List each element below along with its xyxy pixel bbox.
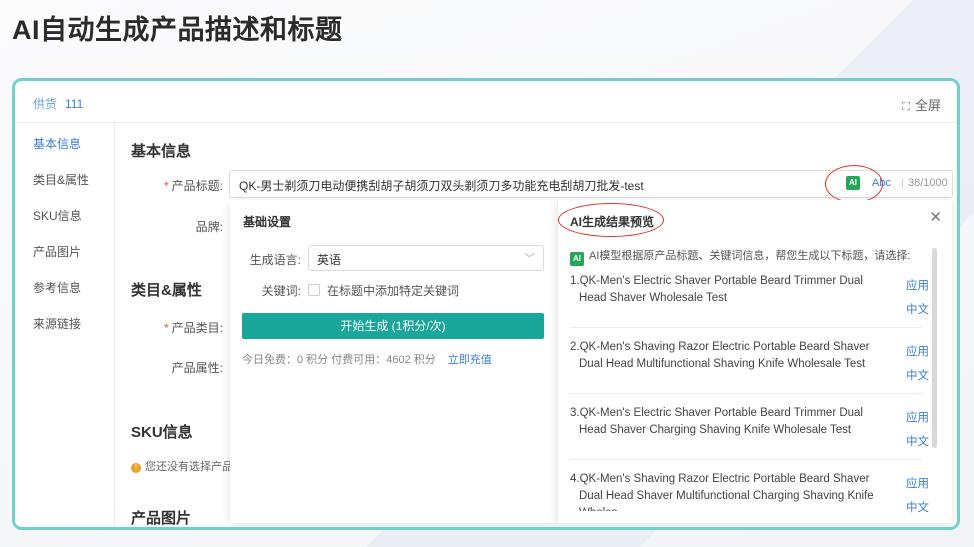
fullscreen-button[interactable]: ⛶ 全屏 [902, 95, 941, 114]
divider [570, 459, 922, 460]
divider [570, 393, 922, 394]
title-label: * 产品标题: [163, 179, 223, 193]
warning-icon: ! [131, 463, 141, 473]
results-intro: AI AI模型根据原产品标题、关键词信息，帮您生成以下标题，请选择: [570, 247, 910, 266]
abc-case-button[interactable]: Abc [872, 177, 891, 189]
left-nav: 基本信息 类目&属性 SKU信息 产品图片 参考信息 来源链接 [15, 123, 115, 527]
keyword-checkbox[interactable] [308, 284, 320, 296]
result-item: 3.QK-Men's Electric Shaver Portable Bear… [570, 407, 863, 436]
attr-label: 产品属性: [171, 361, 223, 375]
ai-results-panel: AI生成结果预览 ✕ AI AI模型根据原产品标题、关键词信息，帮您生成以下标题，… [557, 200, 952, 523]
char-counter: 38/1000 [908, 177, 948, 189]
chinese-button[interactable]: 中文 [906, 301, 929, 317]
brand-label: 品牌: [195, 220, 223, 234]
app-window: 供货 111 ⛶ 全屏 基本信息 类目&属性 SKU信息 产品图片 参考信息 来源链… [12, 78, 960, 530]
section-title-images: 产品图片 [131, 510, 192, 527]
page-headline: AI自动生成产品描述和标题 [12, 15, 343, 45]
main-content: 基本信息 * 产品标题: QK-男士剃须刀电动便携刮胡子胡须刀双头剃须刀多功能充电… [115, 123, 957, 527]
apply-button[interactable]: 应用 [906, 409, 929, 425]
lang-value: 英语 [317, 253, 342, 267]
ai-settings-panel: 基础设置 生成语言: 英语 ﹀ 关键词: 在标题中添加特定关键词 开始生成 (1… [230, 200, 557, 523]
chevron-down-icon: ﹀ [524, 253, 535, 265]
required-mark: * [163, 179, 169, 193]
nav-item-images[interactable]: 产品图片 [33, 243, 81, 260]
keyword-checkbox-label[interactable]: 在标题中添加特定关键词 [327, 282, 459, 299]
nav-item-reference[interactable]: 参考信息 [33, 279, 81, 296]
lang-label: 生成语言: [249, 253, 301, 267]
settings-title: 基础设置 [243, 215, 292, 229]
section-title-category: 类目&属性 [131, 282, 202, 299]
nav-item-category[interactable]: 类目&属性 [33, 171, 89, 188]
section-title-sku: SKU信息 [131, 424, 193, 441]
apply-button[interactable]: 应用 [906, 277, 929, 293]
keyword-label: 关键词: [261, 284, 301, 298]
top-bar: 供货 111 ⛶ 全屏 [15, 81, 957, 123]
tab-pill: 供货 [33, 97, 58, 111]
close-icon[interactable]: ✕ [929, 208, 942, 226]
apply-button[interactable]: 应用 [906, 475, 929, 491]
fullscreen-icon: ⛶ [902, 101, 910, 113]
result-item: 4.QK-Men's Shaving Razor Electric Portab… [570, 473, 874, 511]
separator: | [901, 177, 904, 189]
nav-item-source[interactable]: 来源链接 [33, 315, 81, 332]
ai-icon: AI [570, 252, 584, 266]
nav-item-basic[interactable]: 基本信息 [33, 135, 81, 152]
divider [570, 327, 922, 328]
result-item: 2.QK-Men's Shaving Razor Electric Portab… [570, 341, 870, 370]
quota-info: 今日免费：0 积分 付费可用：4602 积分 立即充值 [242, 354, 492, 366]
tab-value: 111 [65, 97, 84, 111]
apply-button[interactable]: 应用 [906, 343, 929, 359]
chinese-button[interactable]: 中文 [906, 367, 929, 383]
chinese-button[interactable]: 中文 [906, 499, 929, 515]
nav-item-sku[interactable]: SKU信息 [33, 207, 82, 224]
category-label: * 产品类目: [163, 321, 223, 335]
results-title: AI生成结果预览 [570, 215, 655, 229]
recharge-link[interactable]: 立即充值 [448, 354, 492, 366]
section-title-basic: 基本信息 [131, 143, 192, 160]
tab-current[interactable]: 供货 111 [33, 95, 83, 112]
fullscreen-label: 全屏 [914, 98, 941, 113]
lang-select[interactable]: 英语 ﹀ [308, 245, 544, 271]
sku-warning: ! 您还没有选择产品 [131, 458, 233, 474]
chinese-button[interactable]: 中文 [906, 433, 929, 449]
result-item: 1.QK-Men's Electric Shaver Portable Bear… [570, 275, 863, 304]
generate-button[interactable]: 开始生成 (1积分/次) [242, 313, 544, 339]
scrollbar[interactable] [932, 248, 937, 448]
